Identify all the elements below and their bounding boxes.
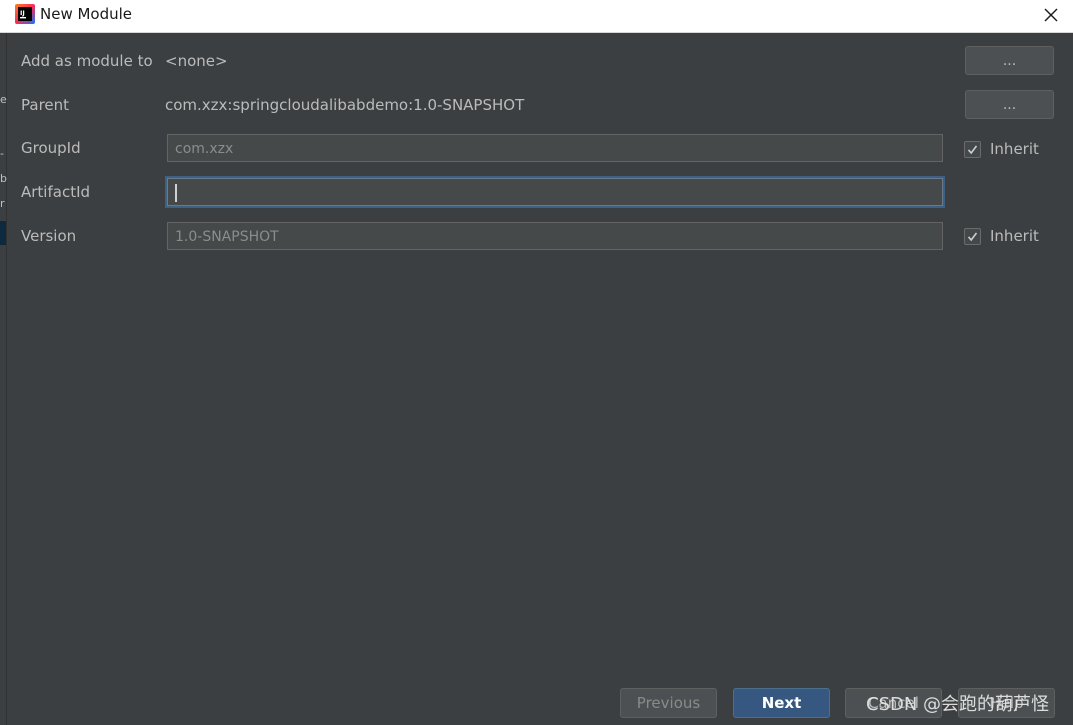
window-title: New Module [40, 5, 133, 23]
intellij-idea-icon: IJ [15, 4, 35, 24]
groupid-label: GroupId [21, 139, 81, 157]
background-selection [0, 221, 6, 245]
version-label: Version [21, 227, 77, 245]
checkmark-icon[interactable] [964, 141, 981, 158]
add-as-module-value: <none> [165, 52, 228, 70]
watermark: CSDN @会跑的葫芦怪 [866, 694, 1050, 715]
version-inherit-label: Inherit [990, 227, 1039, 245]
next-button[interactable]: Next [733, 688, 830, 718]
add-as-module-label: Add as module to [21, 52, 153, 70]
background-text-fragment: - [0, 147, 4, 160]
artifactid-field[interactable] [165, 176, 945, 208]
previous-button[interactable]: Previous [620, 688, 717, 718]
previous-button-label: Previous [636, 694, 701, 712]
parent-label: Parent [21, 96, 70, 114]
add-as-module-browse-button[interactable]: ... [965, 46, 1054, 75]
groupid-field[interactable]: com.xzx [167, 134, 943, 162]
background-text-fragment: r [0, 197, 5, 210]
title-bar: IJ New Module [0, 0, 1073, 33]
background-text-fragment: b [0, 172, 7, 185]
parent-value: com.xzx:springcloudalibabdemo:1.0-SNAPSH… [165, 96, 525, 114]
groupid-inherit-label: Inherit [990, 140, 1039, 158]
background-window-edge: e - b r [0, 33, 7, 725]
next-button-label: Next [761, 694, 802, 712]
artifactid-label: ArtifactId [21, 183, 91, 201]
background-text-fragment: e [0, 93, 7, 106]
version-field[interactable]: 1.0-SNAPSHOT [167, 222, 943, 250]
svg-text:IJ: IJ [20, 9, 25, 17]
close-icon[interactable] [1041, 5, 1061, 25]
text-caret [175, 184, 177, 202]
parent-browse-button[interactable]: ... [965, 90, 1054, 119]
checkmark-icon[interactable] [964, 228, 981, 245]
